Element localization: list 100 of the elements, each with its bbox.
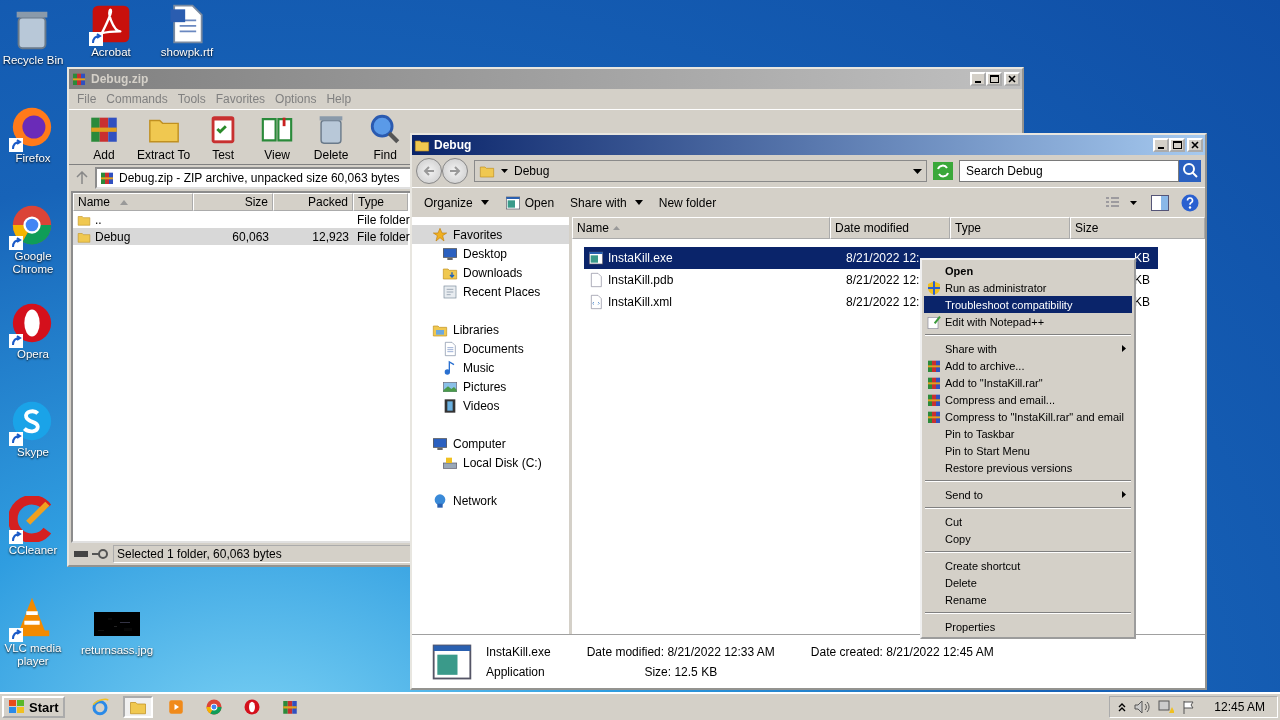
- shortcut-arrow-icon: [9, 334, 23, 348]
- speaker-icon[interactable]: [1134, 700, 1151, 714]
- menu-item[interactable]: Pin to Taskbar: [924, 425, 1132, 442]
- shortcut-arrow-icon: [89, 32, 103, 46]
- forward-button[interactable]: [442, 158, 468, 184]
- column-header[interactable]: Name: [572, 217, 830, 239]
- icon-label[interactable]: Recycle Bin: [0, 54, 66, 67]
- dropdown-caret-icon[interactable]: [913, 168, 922, 174]
- column-header[interactable]: Date modified: [830, 217, 950, 239]
- table-cell: File folder: [353, 228, 408, 245]
- command-button[interactable]: Organize: [418, 193, 495, 212]
- clock[interactable]: 12:45 AM: [1214, 700, 1265, 714]
- file-name: InstaKill.xml: [608, 295, 672, 309]
- nav-item[interactable]: Computer: [412, 434, 569, 453]
- back-button[interactable]: [416, 158, 442, 184]
- nav-item[interactable]: Network: [412, 491, 569, 510]
- menu-item[interactable]: Copy: [924, 530, 1132, 547]
- maximize-button[interactable]: [986, 72, 1002, 86]
- nav-item[interactable]: Documents: [412, 339, 569, 358]
- nav-item[interactable]: Recent Places: [412, 282, 569, 301]
- search-field[interactable]: Search Debug: [959, 160, 1179, 182]
- windows-logo-icon: [8, 699, 26, 715]
- command-button[interactable]: Open: [498, 192, 561, 213]
- menu-item[interactable]: Edit with Notepad++: [924, 313, 1132, 330]
- chevron-up-icon[interactable]: [1118, 702, 1127, 712]
- preview-pane-icon[interactable]: [1151, 194, 1169, 211]
- nav-item[interactable]: Libraries: [412, 320, 569, 339]
- nav-item[interactable]: Local Disk (C:): [412, 453, 569, 472]
- sort-arrow-icon: [120, 199, 128, 205]
- toolbar-button[interactable]: Delete: [306, 112, 357, 162]
- column-header[interactable]: Type: [353, 193, 408, 211]
- table-cell[interactable]: Debug: [73, 228, 193, 245]
- nav-item[interactable]: Videos: [412, 396, 569, 415]
- menu-item[interactable]: Pin to Start Menu: [924, 442, 1132, 459]
- table-cell[interactable]: ..: [73, 211, 193, 228]
- menu-item[interactable]: Add to "InstaKill.rar": [924, 374, 1132, 391]
- menu-item[interactable]: Troubleshoot compatibility: [924, 296, 1132, 313]
- monitor-icon: [442, 245, 458, 262]
- icon-label[interactable]: Opera: [0, 348, 66, 361]
- menu-item[interactable]: Share with: [924, 340, 1132, 357]
- nav-item[interactable]: Music: [412, 358, 569, 377]
- minimize-button[interactable]: [1153, 138, 1169, 152]
- close-icon: [1008, 75, 1016, 83]
- menu-item[interactable]: Add to archive...: [924, 357, 1132, 374]
- toolbar-button[interactable]: Find: [360, 112, 411, 162]
- menu-item[interactable]: Compress and email...: [924, 391, 1132, 408]
- minimize-button[interactable]: [970, 72, 986, 86]
- menu-item[interactable]: Run as administrator: [924, 279, 1132, 296]
- command-button[interactable]: Share with: [564, 193, 649, 212]
- toolbar-button[interactable]: Add: [79, 112, 129, 162]
- column-header[interactable]: Type: [950, 217, 1070, 239]
- menu-item[interactable]: Rename: [924, 591, 1132, 608]
- column-header[interactable]: Size: [193, 193, 273, 211]
- address-field[interactable]: Debug.zip - ZIP archive, unpacked size 60,063 bytes: [95, 167, 413, 189]
- winrar-icon: [71, 71, 87, 87]
- detail-field: Date modified: 8/21/2022 12:33 AM: [586, 644, 775, 659]
- shield-icon: [926, 279, 942, 296]
- document-icon: [442, 340, 458, 357]
- maximize-icon: [989, 75, 999, 83]
- column-header[interactable]: Name: [73, 193, 193, 211]
- folder-icon: [414, 137, 430, 153]
- command-button[interactable]: New folder: [652, 193, 723, 212]
- toolbar-button[interactable]: Extract To: [133, 112, 195, 162]
- detail-field: Size: 12.5 KB: [644, 664, 718, 679]
- column-header[interactable]: Size: [1070, 217, 1205, 239]
- icon-label[interactable]: Google Chrome: [0, 250, 66, 276]
- nav-item[interactable]: Downloads: [412, 263, 569, 282]
- icon-label[interactable]: Acrobat: [78, 46, 144, 59]
- address-bar[interactable]: Debug: [474, 160, 927, 182]
- toolbar-button[interactable]: View: [252, 112, 303, 162]
- nav-item[interactable]: Pictures: [412, 377, 569, 396]
- search-icon[interactable]: [1179, 160, 1201, 182]
- nav-item[interactable]: Favorites: [412, 225, 569, 244]
- menu-item[interactable]: Delete: [924, 574, 1132, 591]
- menu-item[interactable]: Restore previous versions: [924, 459, 1132, 476]
- menu-item[interactable]: Send to: [924, 486, 1132, 503]
- drive-key-icon: [73, 548, 109, 560]
- nav-item[interactable]: Desktop: [412, 244, 569, 263]
- flag-icon[interactable]: [1182, 700, 1197, 714]
- view-options-icon[interactable]: [1105, 195, 1139, 210]
- winrar-icon: [280, 698, 299, 716]
- menu-item[interactable]: Cut: [924, 513, 1132, 530]
- computer-icon: [432, 435, 448, 452]
- date-modified: 8/21/2022 12:: [846, 295, 920, 309]
- icon-label[interactable]: showpk.rtf: [154, 46, 220, 59]
- caret-icon: [501, 169, 508, 173]
- start-button[interactable]: Start: [2, 696, 65, 718]
- help-icon[interactable]: [1181, 193, 1199, 212]
- shortcut-arrow-icon: [9, 432, 23, 446]
- date-modified: 8/21/2022 12:: [846, 273, 920, 287]
- column-header[interactable]: Packed: [273, 193, 353, 211]
- menu-item[interactable]: Open: [924, 262, 1132, 279]
- toolbar-button[interactable]: Test: [198, 112, 249, 162]
- menu-item[interactable]: Properties: [924, 618, 1132, 635]
- maximize-button[interactable]: [1169, 138, 1185, 152]
- menu-item[interactable]: Compress to "InstaKill.rar" and email: [924, 408, 1132, 425]
- icon-label[interactable]: Firefox: [0, 152, 66, 165]
- close-button[interactable]: [1187, 138, 1203, 152]
- refresh-icon[interactable]: [933, 162, 953, 180]
- close-button[interactable]: [1004, 72, 1020, 86]
